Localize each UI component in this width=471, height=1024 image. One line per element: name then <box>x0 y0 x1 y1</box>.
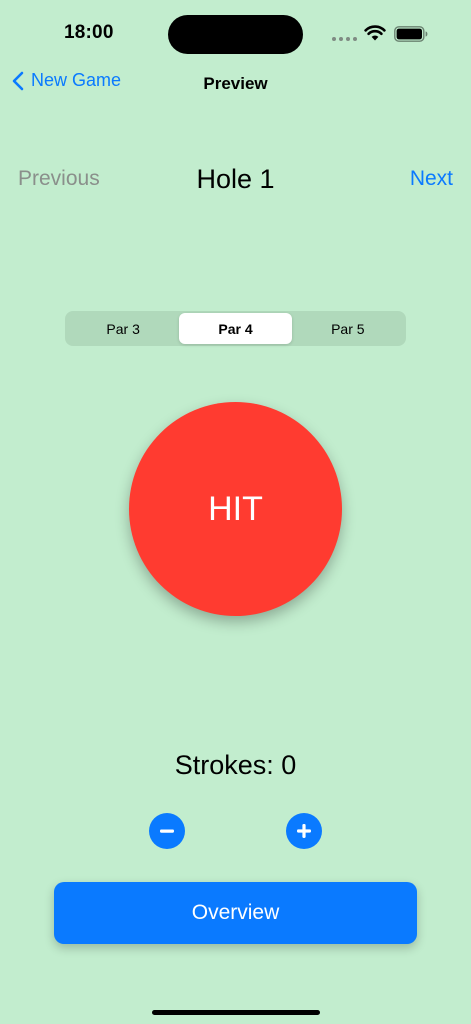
plus-icon <box>297 824 311 838</box>
strokes-count: Strokes: 0 <box>174 750 297 780</box>
segment-par-3[interactable]: Par 3 <box>67 313 179 344</box>
segment-par-4[interactable]: Par 4 <box>179 313 292 344</box>
minus-icon <box>160 829 174 833</box>
cellular-signal-icon <box>332 37 357 41</box>
home-indicator[interactable] <box>152 1010 320 1015</box>
dynamic-island <box>168 15 303 54</box>
wifi-icon <box>364 24 386 46</box>
segment-par-5[interactable]: Par 5 <box>292 313 404 344</box>
hole-title: Hole 1 <box>196 164 275 194</box>
hit-button[interactable]: HIT <box>129 402 342 616</box>
par-segmented-control: Par 3 Par 4 Par 5 <box>65 311 406 346</box>
increment-strokes-button[interactable] <box>286 813 322 849</box>
nav-title: Preview <box>203 74 268 93</box>
battery-icon <box>394 26 428 47</box>
overview-button[interactable]: Overview <box>54 882 417 944</box>
decrement-strokes-button[interactable] <box>149 813 185 849</box>
status-time: 18:00 <box>64 22 114 43</box>
next-hole-button[interactable]: Next <box>410 167 453 191</box>
